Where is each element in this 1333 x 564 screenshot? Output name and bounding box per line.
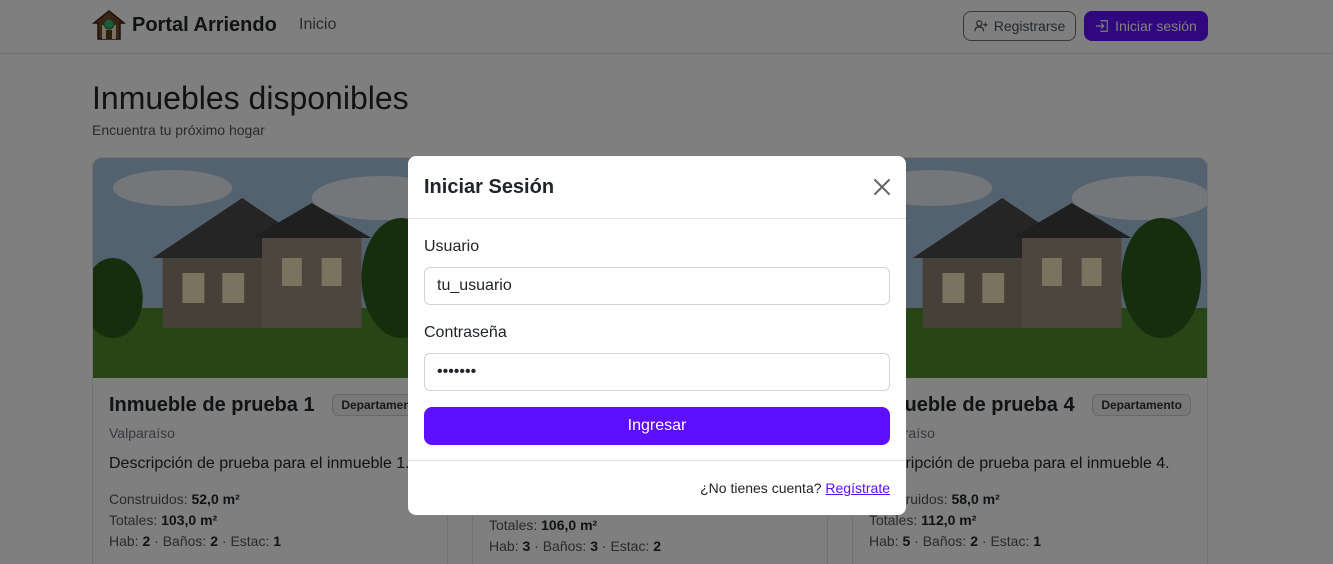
- modal-title: Iniciar Sesión: [424, 176, 555, 198]
- signup-link[interactable]: Regístrate: [825, 480, 890, 496]
- username-input[interactable]: [424, 267, 890, 305]
- login-modal: Iniciar Sesión Usuario Contraseña Ingres…: [408, 156, 906, 515]
- password-label: Contraseña: [424, 324, 507, 341]
- username-label: Usuario: [424, 238, 480, 255]
- password-input[interactable]: [424, 353, 890, 391]
- modal-body: Usuario Contraseña Ingresar: [408, 219, 906, 461]
- submit-button[interactable]: Ingresar: [424, 407, 890, 445]
- modal-footer: ¿No tienes cuenta? Regístrate: [408, 461, 906, 514]
- signup-prompt: ¿No tienes cuenta? Regístrate: [700, 480, 890, 496]
- close-button[interactable]: [870, 175, 894, 199]
- modal-header: Iniciar Sesión: [408, 156, 906, 219]
- close-icon: [874, 179, 890, 195]
